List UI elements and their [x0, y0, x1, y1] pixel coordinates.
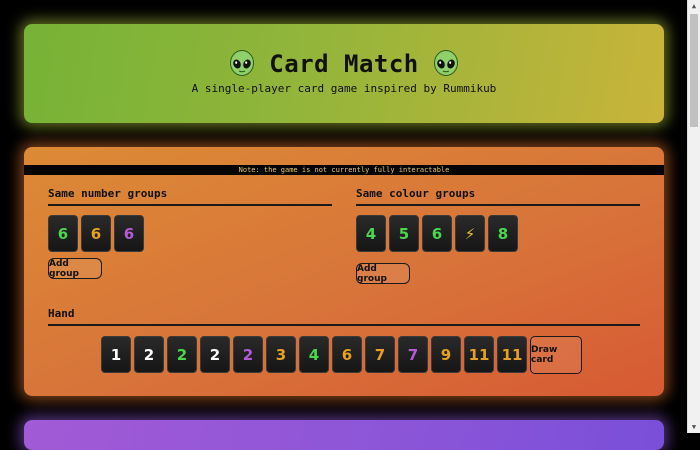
- page-title: Card Match: [269, 50, 419, 78]
- hand-title: Hand: [48, 307, 75, 320]
- same-colour-groups-title: Same colour groups: [356, 187, 476, 200]
- title-row: Card Match: [24, 50, 664, 78]
- card[interactable]: 6: [81, 215, 111, 252]
- alien-icon: [230, 50, 255, 76]
- hand-cards: 1 2 2 2 2 3 4 6 7 7 9 11 11 Draw card: [101, 336, 582, 374]
- header-panel: Card Match A single-player card game ins…: [24, 24, 664, 123]
- same-number-group: 666: [48, 215, 144, 252]
- game-panel: Note: the game is not currently fully in…: [24, 147, 664, 396]
- card[interactable]: 6: [48, 215, 78, 252]
- scroll-up-arrow-icon[interactable]: ▲: [688, 0, 700, 12]
- add-number-group-button[interactable]: Add group: [48, 258, 102, 279]
- alien-icon: [433, 50, 458, 76]
- divider: [48, 324, 640, 326]
- add-colour-group-button[interactable]: Add group: [356, 263, 410, 284]
- card[interactable]: 9: [431, 336, 461, 373]
- card[interactable]: 2: [134, 336, 164, 373]
- same-number-groups-title: Same number groups: [48, 187, 168, 200]
- card[interactable]: ⚡: [455, 215, 485, 252]
- scroll-down-arrow-icon[interactable]: ▼: [688, 421, 700, 433]
- card[interactable]: 7: [398, 336, 428, 373]
- card[interactable]: 6: [332, 336, 362, 373]
- draw-card-button[interactable]: Draw card: [530, 336, 582, 374]
- next-panel: [24, 420, 664, 450]
- card[interactable]: 6: [422, 215, 452, 252]
- card[interactable]: 7: [365, 336, 395, 373]
- card[interactable]: 5: [389, 215, 419, 252]
- scrollbar[interactable]: ▲ ▼: [687, 0, 700, 433]
- card[interactable]: 11: [464, 336, 494, 373]
- note-banner: Note: the game is not currently fully in…: [24, 165, 664, 175]
- card[interactable]: 2: [200, 336, 230, 373]
- divider: [356, 204, 640, 206]
- card[interactable]: 6: [114, 215, 144, 252]
- scroll-thumb[interactable]: [690, 14, 698, 127]
- card[interactable]: 2: [233, 336, 263, 373]
- card[interactable]: 2: [167, 336, 197, 373]
- card[interactable]: 3: [266, 336, 296, 373]
- card[interactable]: 4: [356, 215, 386, 252]
- same-colour-group: 4 5 6 ⚡ 8: [356, 215, 518, 252]
- divider: [48, 204, 332, 206]
- card[interactable]: 1: [101, 336, 131, 373]
- card[interactable]: 8: [488, 215, 518, 252]
- card[interactable]: 4: [299, 336, 329, 373]
- card[interactable]: 11: [497, 336, 527, 373]
- subtitle: A single-player card game inspired by Ru…: [191, 82, 497, 95]
